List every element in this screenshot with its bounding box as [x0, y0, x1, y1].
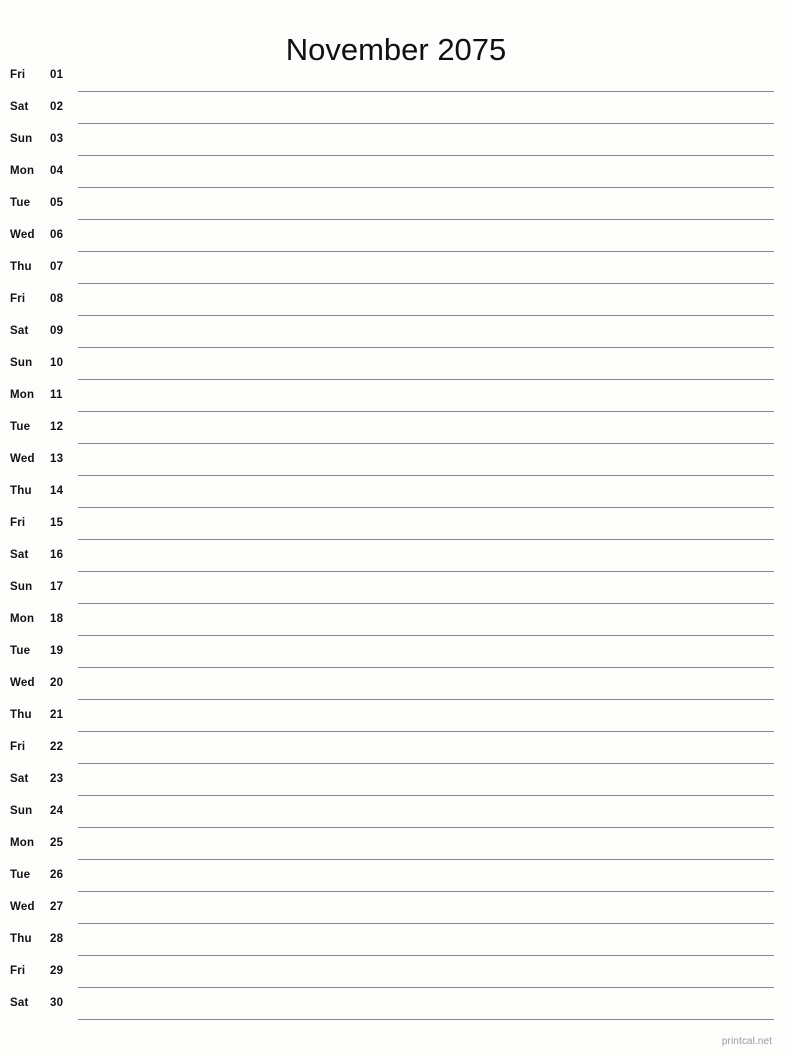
- day-weekday-label: Mon: [10, 613, 35, 625]
- day-weekday-label: Fri: [10, 293, 26, 305]
- day-weekday-label: Sun: [10, 805, 33, 817]
- day-row[interactable]: Sat 16: [0, 540, 792, 572]
- day-weekday-label: Sun: [10, 581, 33, 593]
- day-row[interactable]: Fri 29: [0, 956, 792, 988]
- day-number-label: 06: [50, 229, 64, 241]
- day-weekday-label: Fri: [10, 69, 26, 81]
- day-number-label: 02: [50, 101, 64, 113]
- day-number-label: 14: [50, 485, 64, 497]
- day-number-label: 15: [50, 517, 64, 529]
- day-weekday-label: Wed: [10, 901, 35, 913]
- day-row[interactable]: Sun 17: [0, 572, 792, 604]
- day-weekday-label: Mon: [10, 389, 35, 401]
- day-weekday-label: Wed: [10, 677, 35, 689]
- day-number-label: 18: [50, 613, 64, 625]
- day-row[interactable]: Wed 20: [0, 668, 792, 700]
- day-number-label: 17: [50, 581, 64, 593]
- day-number-label: 20: [50, 677, 64, 689]
- day-row[interactable]: Thu 21: [0, 700, 792, 732]
- day-weekday-label: Wed: [10, 229, 35, 241]
- day-row[interactable]: Sun 24: [0, 796, 792, 828]
- day-number-label: 12: [50, 421, 64, 433]
- day-number-label: 11: [50, 389, 63, 401]
- day-row[interactable]: Mon 04: [0, 156, 792, 188]
- day-row[interactable]: Tue 12: [0, 412, 792, 444]
- day-weekday-label: Mon: [10, 165, 35, 177]
- day-row[interactable]: Wed 27: [0, 892, 792, 924]
- day-number-label: 16: [50, 549, 64, 561]
- day-weekday-label: Thu: [10, 261, 32, 273]
- day-weekday-label: Sun: [10, 357, 33, 369]
- day-row[interactable]: Mon 25: [0, 828, 792, 860]
- day-row[interactable]: Sat 02: [0, 92, 792, 124]
- day-row[interactable]: Sat 23: [0, 764, 792, 796]
- day-row[interactable]: Fri 08: [0, 284, 792, 316]
- day-row[interactable]: Fri 22: [0, 732, 792, 764]
- day-weekday-label: Tue: [10, 869, 31, 881]
- day-weekday-label: Sun: [10, 133, 33, 145]
- day-number-label: 09: [50, 325, 64, 337]
- day-number-label: 22: [50, 741, 64, 753]
- day-weekday-label: Mon: [10, 837, 35, 849]
- day-writing-line[interactable]: [78, 1019, 774, 1020]
- day-weekday-label: Sat: [10, 997, 29, 1009]
- day-weekday-label: Sat: [10, 773, 29, 785]
- day-number-label: 08: [50, 293, 64, 305]
- day-row[interactable]: Sun 03: [0, 124, 792, 156]
- day-number-label: 07: [50, 261, 64, 273]
- day-weekday-label: Thu: [10, 933, 32, 945]
- day-weekday-label: Thu: [10, 709, 32, 721]
- day-row[interactable]: Mon 18: [0, 604, 792, 636]
- day-number-label: 30: [50, 997, 64, 1009]
- day-weekday-label: Sat: [10, 325, 29, 337]
- day-rows-list: Fri 01 Sat 02 Sun 03 Mon 04 Tue 05 Wed 06 Thu 07 Fri 08…: [0, 60, 792, 1020]
- day-number-label: 27: [50, 901, 64, 913]
- day-row[interactable]: Sun 10: [0, 348, 792, 380]
- day-number-label: 23: [50, 773, 64, 785]
- day-number-label: 01: [50, 69, 64, 81]
- day-weekday-label: Thu: [10, 485, 32, 497]
- day-number-label: 13: [50, 453, 64, 465]
- day-weekday-label: Sat: [10, 101, 29, 113]
- day-number-label: 25: [50, 837, 64, 849]
- day-row[interactable]: Mon 11: [0, 380, 792, 412]
- footer-credit[interactable]: printcal.net: [722, 1036, 772, 1047]
- day-row[interactable]: Fri 15: [0, 508, 792, 540]
- day-row[interactable]: Tue 05: [0, 188, 792, 220]
- day-row[interactable]: Wed 13: [0, 444, 792, 476]
- day-weekday-label: Sat: [10, 549, 29, 561]
- day-weekday-label: Fri: [10, 517, 26, 529]
- day-row[interactable]: Tue 19: [0, 636, 792, 668]
- day-number-label: 05: [50, 197, 64, 209]
- day-weekday-label: Fri: [10, 965, 26, 977]
- day-row[interactable]: Tue 26: [0, 860, 792, 892]
- day-number-label: 21: [50, 709, 64, 721]
- day-number-label: 24: [50, 805, 64, 817]
- day-number-label: 28: [50, 933, 64, 945]
- day-number-label: 03: [50, 133, 64, 145]
- day-weekday-label: Fri: [10, 741, 26, 753]
- day-row[interactable]: Fri 01: [0, 60, 792, 92]
- day-number-label: 19: [50, 645, 64, 657]
- day-weekday-label: Tue: [10, 421, 31, 433]
- day-weekday-label: Wed: [10, 453, 35, 465]
- day-row[interactable]: Thu 07: [0, 252, 792, 284]
- day-row[interactable]: Thu 28: [0, 924, 792, 956]
- day-number-label: 29: [50, 965, 64, 977]
- day-row[interactable]: Wed 06: [0, 220, 792, 252]
- day-row[interactable]: Sat 30: [0, 988, 792, 1020]
- day-row[interactable]: Thu 14: [0, 476, 792, 508]
- day-number-label: 10: [50, 357, 64, 369]
- day-weekday-label: Tue: [10, 645, 31, 657]
- day-row[interactable]: Sat 09: [0, 316, 792, 348]
- day-number-label: 26: [50, 869, 64, 881]
- day-weekday-label: Tue: [10, 197, 31, 209]
- calendar-page: November 2075 Fri 01 Sat 02 Sun 03 Mon 04 Tue 05 W…: [0, 0, 792, 1056]
- day-number-label: 04: [50, 165, 64, 177]
